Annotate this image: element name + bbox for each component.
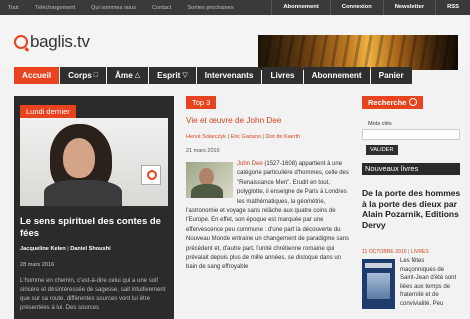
featured-title[interactable]: Le sens spirituel des contes de fées [20,216,170,240]
video-person-face [63,138,95,178]
nav-label: Abonnement [311,71,362,80]
search-arrow-icon [409,98,418,107]
author-link[interactable]: Daniel Shoushi [70,246,110,252]
nav-label: Esprit [157,71,181,80]
header-banner-image [258,35,458,70]
featured-date: 28 mars 2016 [20,262,55,268]
cover-illustration [367,273,390,299]
nav-item-ame[interactable]: Âme △ [107,67,149,84]
featured-video-thumbnail[interactable] [20,118,168,206]
nav-label: Livres [270,71,295,80]
nav-item-livres[interactable]: Livres [262,67,303,84]
subscribe-link[interactable]: Abonnement [271,0,329,15]
top-link-upcoming[interactable]: Sorties prochaines [179,5,241,11]
site-logo[interactable]: baglis.tv [14,32,90,52]
nav-item-esprit[interactable]: Esprit ▽ [149,67,196,84]
search-tag-label: Recherche [368,98,407,107]
square-icon: □ [93,72,99,79]
logo-mark-icon [147,170,157,180]
search-input[interactable] [362,129,460,140]
article-subject-link[interactable]: John Dee [237,161,263,167]
featured-tag: Lundi dernier [20,105,76,118]
validate-button[interactable]: VALIDER [366,145,398,155]
top-link-tout[interactable]: Tout [0,5,27,11]
sidebar: Recherche Mots clés VALIDER Nouveaux liv… [362,96,460,319]
nav-item-corps[interactable]: Corps □ [60,67,107,84]
top-link-contact[interactable]: Contact [144,5,179,11]
book-excerpt: Les fêtes maçonniques de Saint-Jean d'ét… [400,258,457,307]
featured-excerpt: L'homme en chemin, c'est-à-dire celui qu… [20,278,166,311]
logo-text: baglis.tv [30,32,90,51]
book-date: 11 OCTOBRE 2016 [362,249,407,255]
author-link[interactable]: Hervé Solarczyk [186,134,226,140]
nav-label: Accueil [22,71,52,80]
video-logo-card [141,165,161,185]
nav-label: Âme [115,71,133,80]
cover-title-band [365,263,392,268]
book-meta: 11 OCTOBRE 2016 | LIVRES [362,249,429,255]
article-title[interactable]: Vie et œuvre de John Dee [186,116,281,125]
triangle-down-icon: ▽ [182,72,188,79]
author-link[interactable]: Dist de Kaerth [265,134,300,140]
top-actions: Abonnement Connexion Newsletter RSS [271,0,470,15]
nav-item-intervenants[interactable]: Intervenants [196,67,262,84]
logo-mark-icon [14,35,28,49]
nav-label: Panier [378,71,404,80]
search-tag: Recherche [362,96,424,110]
triangle-up-icon: △ [134,72,141,79]
nav-item-accueil[interactable]: Accueil [14,67,60,84]
login-link[interactable]: Connexion [329,0,383,15]
newsletter-link[interactable]: Newsletter [382,0,435,15]
photo-person-body [191,184,223,198]
nav-label: Corps [68,71,92,80]
header: baglis.tv [0,15,470,70]
video-person-body [44,180,122,206]
featured-video-panel: Lundi dernier Le sens spirituel des cont… [14,96,174,319]
article-authors: Hervé Solarczyk | Eric Gazano | Dist de … [186,134,301,140]
top-bar: Tout Téléchargement Qui sommes nous Cont… [0,0,470,15]
article-date: 21 mars 2016 [186,148,220,154]
nav-label: Intervenants [204,71,254,80]
page: Tout Téléchargement Qui sommes nous Cont… [0,0,470,319]
main-nav: Accueil Corps □ Âme △ Esprit ▽ Intervenants… [14,67,413,84]
nav-item-abonnement[interactable]: Abonnement [303,67,370,84]
new-books-heading: Nouveaux livres [362,163,460,175]
author-link[interactable]: Jacqueline Kelen [20,246,66,252]
top3-panel: Top 3 Vie et œuvre de John Dee Hervé Sol… [186,96,350,319]
featured-authors: Jacqueline Kelen | Daniel Shoushi [20,246,111,252]
rss-link[interactable]: RSS [435,0,470,15]
nav-item-panier[interactable]: Panier [370,67,412,84]
top3-tag: Top 3 [186,96,217,109]
top-links: Tout Téléchargement Qui sommes nous Cont… [0,0,242,15]
author-link[interactable]: Eric Gazano [231,134,261,140]
book-title[interactable]: De la porte des hommes à la porte des di… [362,188,462,230]
article-photo[interactable] [186,162,233,198]
top-link-about[interactable]: Qui sommes nous [83,5,144,11]
book-category[interactable]: LIVRES [411,249,429,255]
top-link-downloads[interactable]: Téléchargement [27,5,83,11]
search-field-label: Mots clés [368,121,392,127]
book-cover-image[interactable] [362,259,395,309]
